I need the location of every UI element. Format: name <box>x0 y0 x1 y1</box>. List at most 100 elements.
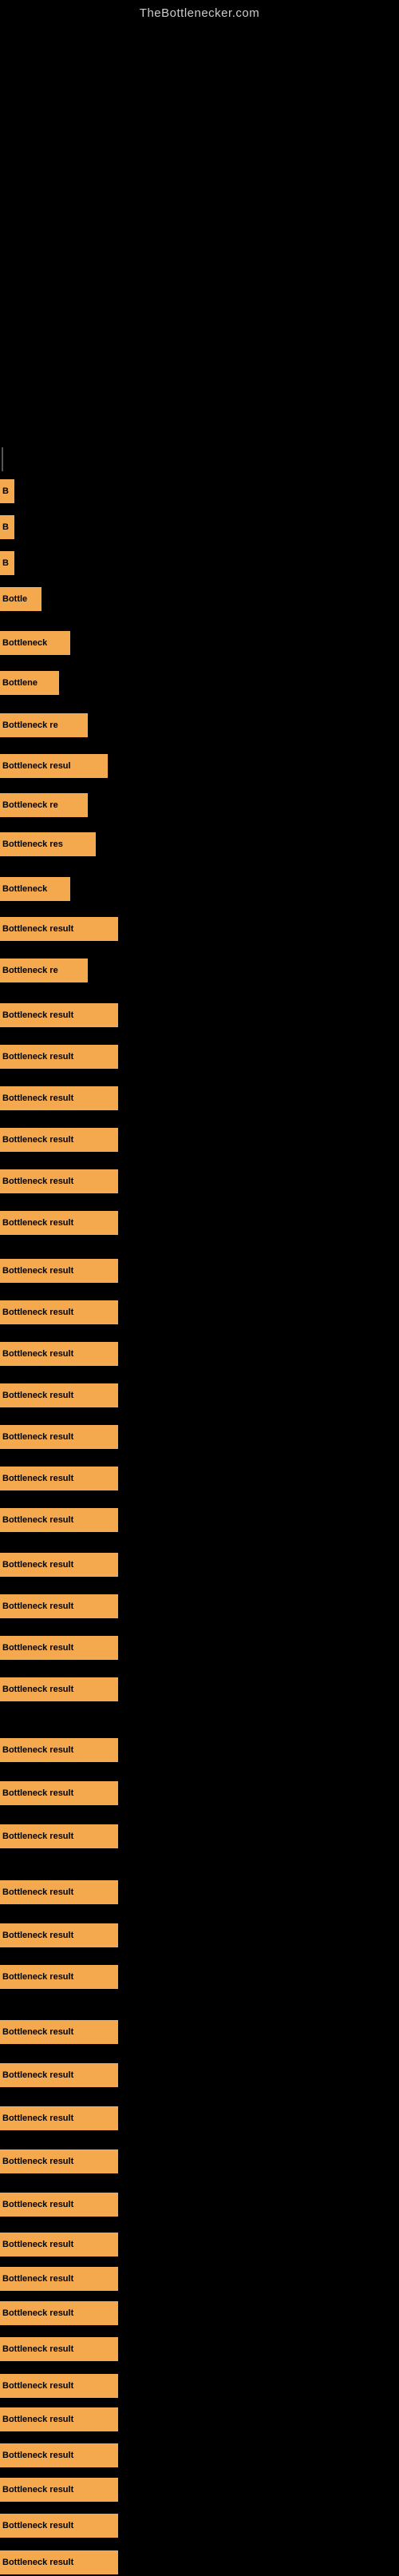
result-bar-container: Bottleneck result <box>0 1045 399 1070</box>
result-bar-container: Bottleneck resul <box>0 754 399 780</box>
left-indicator <box>2 447 3 471</box>
result-bar-container: Bottleneck result <box>0 1508 399 1534</box>
result-bar-label: B <box>2 558 9 568</box>
result-bar: Bottleneck result <box>0 1467 118 1490</box>
result-bar-container: Bottleneck result <box>0 1594 399 1620</box>
result-bar-container: Bottleneck result <box>0 2407 399 2433</box>
result-bar: Bottleneck result <box>0 917 118 941</box>
result-bar-container: Bottleneck re <box>0 959 399 984</box>
result-bar-label: Bottleneck result <box>2 924 73 934</box>
result-bar-label: Bottleneck result <box>2 2157 73 2166</box>
result-bar-container: Bottleneck result <box>0 1259 399 1284</box>
result-bar-label: Bottleneck result <box>2 2344 73 2354</box>
result-bar: Bottleneck result <box>0 2063 118 2087</box>
result-bar-container: Bottleneck result <box>0 1211 399 1236</box>
result-bar-container: Bottleneck result <box>0 1824 399 1850</box>
result-bar-label: Bottle <box>2 594 27 604</box>
result-bar-label: Bottleneck result <box>2 1094 73 1103</box>
result-bar-container: Bottleneck res <box>0 832 399 858</box>
result-bar: Bottleneck result <box>0 1677 118 1701</box>
result-bar-container: Bottleneck result <box>0 1677 399 1703</box>
result-bar-container: B <box>0 515 399 541</box>
result-bar-container: Bottleneck result <box>0 2233 399 2258</box>
result-bar-label: Bottleneck result <box>2 1177 73 1186</box>
result-bar-container: Bottleneck result <box>0 1086 399 1112</box>
result-bar: Bottle <box>0 587 41 611</box>
result-bar-container: Bottleneck result <box>0 1553 399 1578</box>
result-bar-container: Bottleneck result <box>0 2550 399 2576</box>
result-bar-container: Bottleneck result <box>0 1003 399 1029</box>
result-bar-container: Bottleneck result <box>0 1425 399 1451</box>
site-title: TheBottlenecker.com <box>0 0 399 20</box>
result-bar-label: Bottleneck result <box>2 2308 73 2318</box>
result-bar-container: B <box>0 551 399 577</box>
result-bar-container: Bottleneck <box>0 877 399 903</box>
result-bar: Bottleneck result <box>0 1965 118 1989</box>
result-bar-label: Bottleneck result <box>2 2240 73 2249</box>
result-bar-label: Bottlene <box>2 678 38 688</box>
result-bar: Bottleneck resul <box>0 754 108 778</box>
result-bar: Bottleneck result <box>0 1923 118 1947</box>
result-bar-label: Bottleneck result <box>2 1432 73 1442</box>
result-bar: Bottleneck result <box>0 1636 118 1660</box>
result-bar-container: Bottleneck result <box>0 2374 399 2399</box>
result-bar: Bottleneck result <box>0 1383 118 1407</box>
result-bar-container: Bottleneck result <box>0 1128 399 1153</box>
result-bar-label: Bottleneck result <box>2 2027 73 2037</box>
result-bar-label: Bottleneck result <box>2 1832 73 1841</box>
result-bar: Bottleneck result <box>0 1880 118 1904</box>
result-bar-label: Bottleneck result <box>2 1602 73 1611</box>
result-bar: Bottleneck re <box>0 793 88 817</box>
result-bar: Bottleneck result <box>0 2550 118 2574</box>
result-bar: Bottleneck res <box>0 832 96 856</box>
result-bar-container: Bottleneck result <box>0 2106 399 2132</box>
result-bar-container: Bottleneck result <box>0 1781 399 1807</box>
result-bar: Bottleneck result <box>0 1425 118 1449</box>
result-bar-label: Bottleneck <box>2 884 47 894</box>
result-bar-container: Bottleneck result <box>0 2478 399 2503</box>
result-bar-label: Bottleneck result <box>2 1218 73 1228</box>
result-bar: B <box>0 479 14 503</box>
result-bar-container: Bottleneck result <box>0 1965 399 1991</box>
result-bar-container: Bottleneck result <box>0 2301 399 2327</box>
result-bar: B <box>0 551 14 575</box>
result-bar: Bottleneck re <box>0 959 88 982</box>
result-bar-label: Bottleneck result <box>2 1560 73 1570</box>
result-bar-label: Bottleneck result <box>2 1135 73 1145</box>
result-bar-label: Bottleneck result <box>2 2200 73 2209</box>
result-bar-label: Bottleneck result <box>2 1887 73 1897</box>
result-bar-label: Bottleneck result <box>2 2558 73 2567</box>
result-bar: Bottleneck result <box>0 1508 118 1532</box>
result-bar: Bottleneck result <box>0 2233 118 2256</box>
result-bar-label: Bottleneck re <box>2 720 58 730</box>
result-bar: Bottlene <box>0 671 59 695</box>
result-bar: Bottleneck result <box>0 1781 118 1805</box>
result-bar-label: Bottleneck result <box>2 1266 73 1276</box>
result-bar-container: Bottleneck result <box>0 2149 399 2175</box>
result-bar: Bottleneck result <box>0 2478 118 2502</box>
result-bar-label: Bottleneck result <box>2 1474 73 1483</box>
result-bar: Bottleneck result <box>0 1086 118 1110</box>
result-bar-label: Bottleneck result <box>2 1349 73 1359</box>
result-bar: Bottleneck result <box>0 1300 118 1324</box>
result-bar: Bottleneck result <box>0 2407 118 2431</box>
result-bar-label: Bottleneck result <box>2 1788 73 1798</box>
result-bar-container: Bottleneck result <box>0 2193 399 2218</box>
result-bar-container: Bottleneck result <box>0 1300 399 1326</box>
result-bar: Bottleneck result <box>0 1259 118 1283</box>
result-bar-label: Bottleneck result <box>2 2274 73 2284</box>
result-bar-label: Bottleneck result <box>2 1643 73 1653</box>
result-bar: Bottleneck result <box>0 1045 118 1069</box>
result-bar-label: Bottleneck re <box>2 966 58 975</box>
result-bar-container: Bottleneck result <box>0 1467 399 1492</box>
result-bar-label: Bottleneck result <box>2 1515 73 1525</box>
result-bar: Bottleneck result <box>0 2301 118 2325</box>
result-bar: Bottleneck result <box>0 1211 118 1235</box>
result-bar-label: Bottleneck resul <box>2 761 71 771</box>
result-bar-container: Bottleneck result <box>0 1636 399 1661</box>
result-bar-container: Bottleneck re <box>0 713 399 739</box>
result-bar-container: Bottleneck result <box>0 2443 399 2469</box>
result-bar-container: Bottleneck re <box>0 793 399 819</box>
result-bar-label: Bottleneck result <box>2 1010 73 1020</box>
result-bar-container: Bottleneck result <box>0 2337 399 2363</box>
